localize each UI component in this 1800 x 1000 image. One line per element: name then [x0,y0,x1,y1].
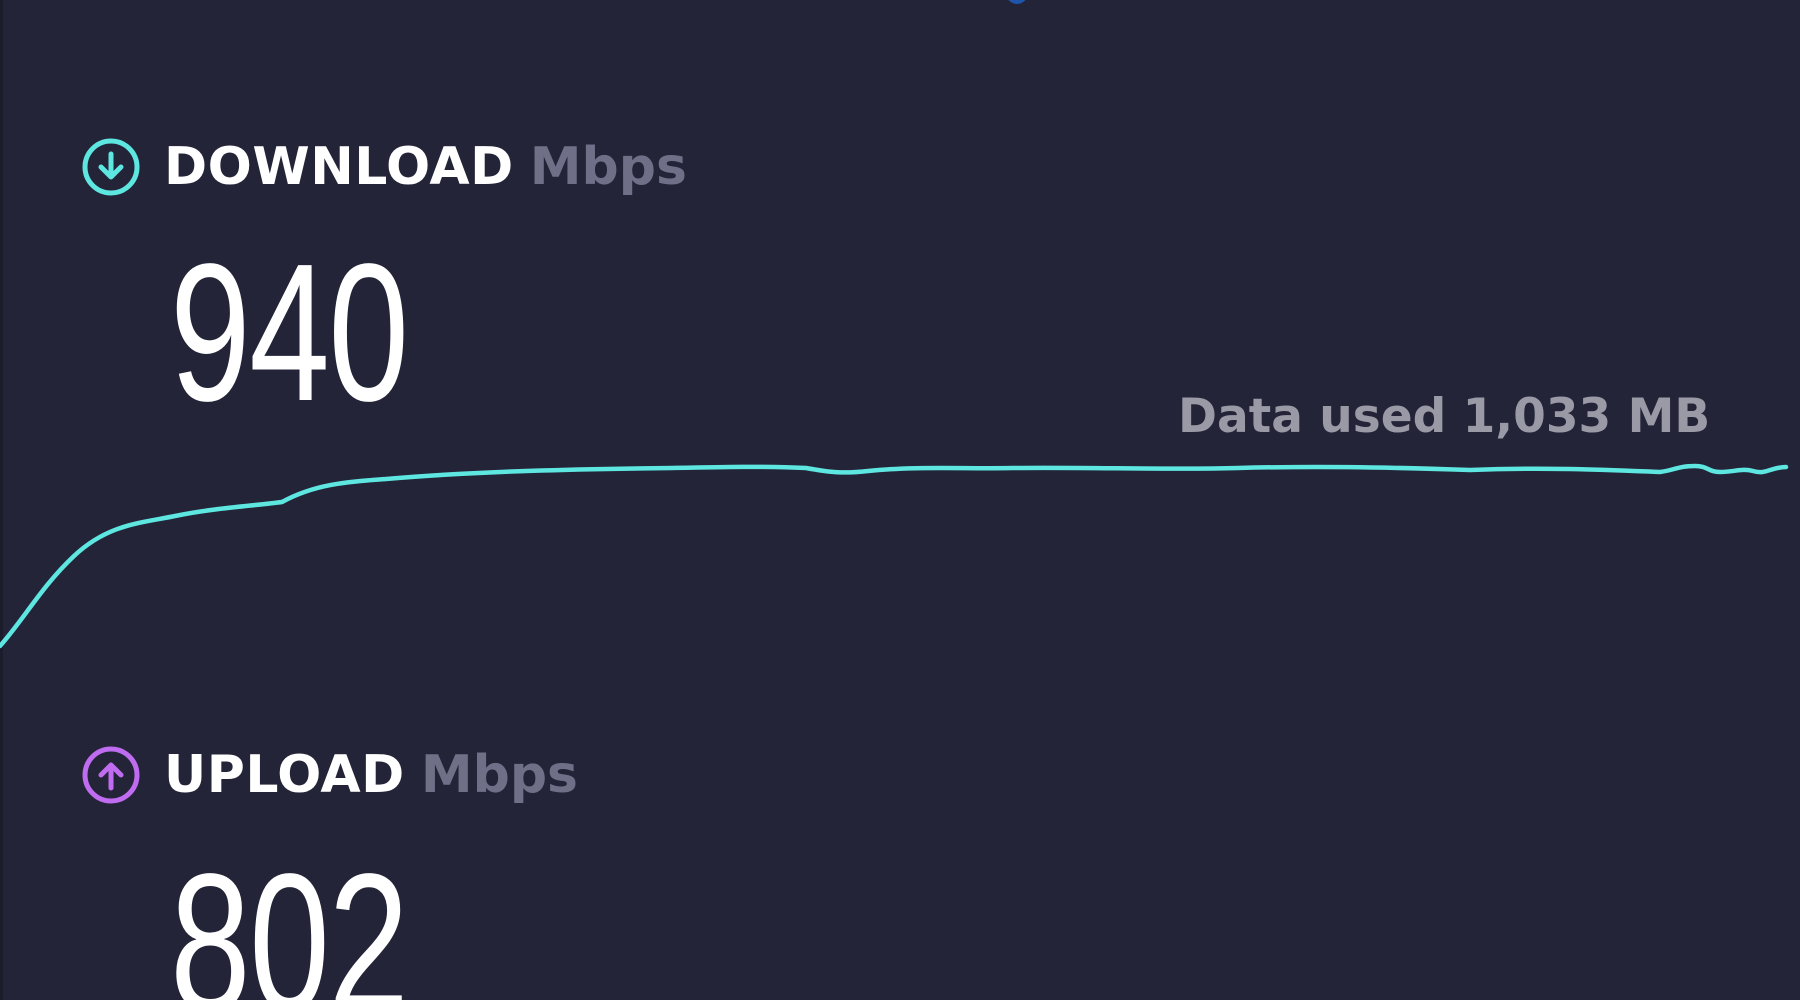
download-label: DOWNLOAD [164,137,514,197]
upload-header: UPLOAD Mbps [80,744,578,806]
data-used-label: Data used 1,033 MB [1178,389,1711,444]
top-accent-shape [1006,0,1028,4]
download-header: DOWNLOAD Mbps [80,136,687,198]
arrow-down-circle-icon [82,138,140,196]
upload-unit: Mbps [420,745,578,805]
download-speed-line [0,463,1789,649]
download-label-group: DOWNLOAD Mbps [164,141,687,193]
upload-label: UPLOAD [164,745,405,805]
arrow-up-circle-icon [82,746,140,804]
upload-speed-value: 802 [170,833,409,1000]
download-unit: Mbps [529,137,687,197]
speed-test-screen: DOWNLOAD Mbps 940 Data used 1,033 MB UPLO… [0,0,1800,1000]
upload-label-group: UPLOAD Mbps [164,749,578,801]
